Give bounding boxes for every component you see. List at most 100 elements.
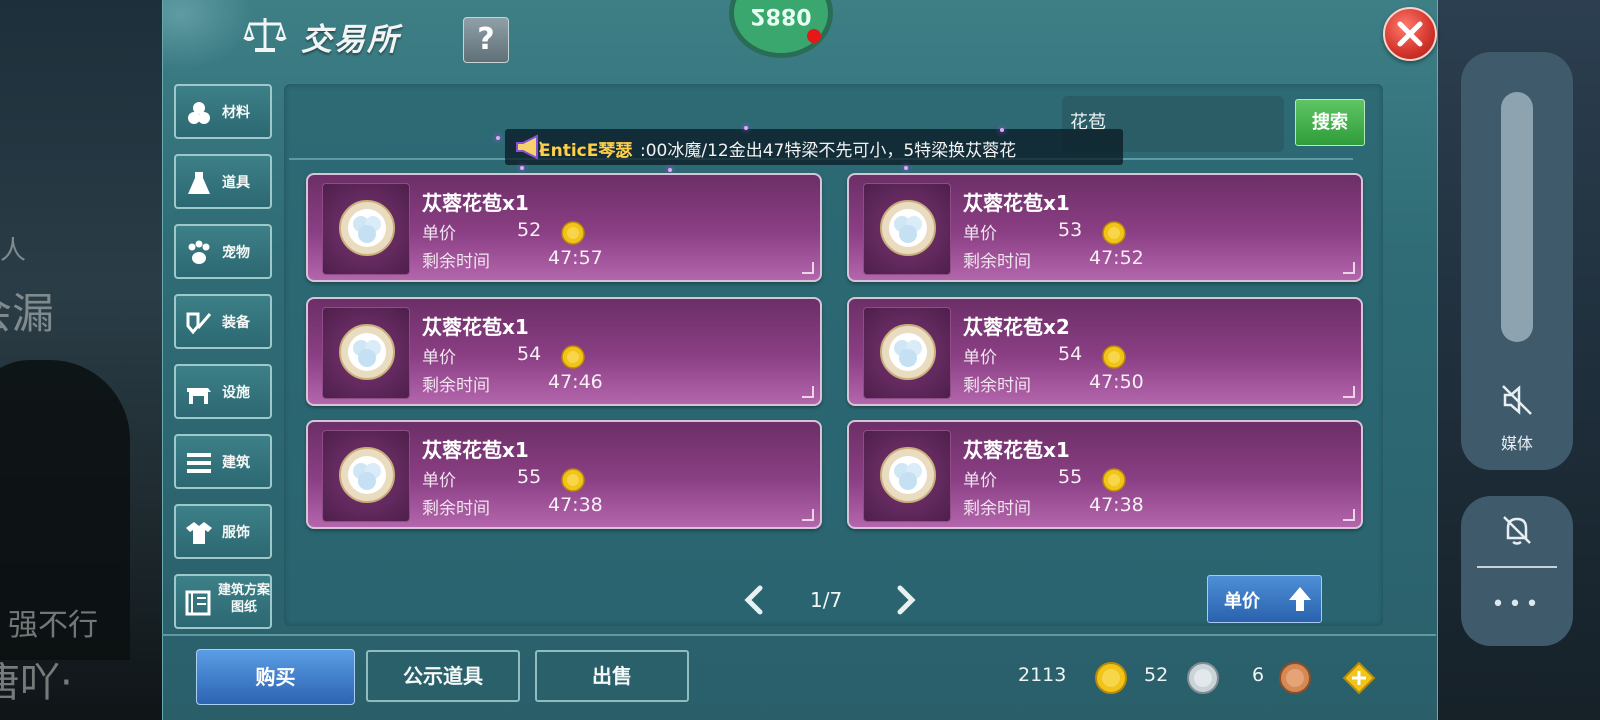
flower-bud-item-icon bbox=[339, 324, 395, 380]
flower-bud-item-icon bbox=[880, 200, 936, 256]
more-options-icon[interactable]: ••• bbox=[1461, 592, 1573, 617]
gold-amount: 2113 bbox=[1018, 664, 1067, 686]
volume-panel: 媒体 bbox=[1461, 52, 1573, 470]
sidebar-item-label: 道具 bbox=[222, 175, 250, 191]
price-value: 54 bbox=[1058, 343, 1083, 365]
price-label: 单价 bbox=[422, 348, 456, 368]
flower-bud-item-icon bbox=[339, 447, 395, 503]
sparkle bbox=[904, 166, 908, 170]
bg-text-1: 人 bbox=[0, 236, 27, 266]
sidebar-item-label: 宠物 bbox=[222, 245, 250, 261]
item-name: 苁蓉花苞x1 bbox=[422, 438, 529, 462]
ringer-panel: ••• bbox=[1461, 496, 1573, 646]
time-label: 剩余时间 bbox=[422, 252, 490, 272]
listing-card[interactable]: 苁蓉花苞x1 单价 55 剩余时间 47:38 bbox=[847, 420, 1363, 529]
price-label: 单价 bbox=[963, 224, 997, 244]
listing-card[interactable]: 苁蓉花苞x1 单价 53 剩余时间 47:52 bbox=[847, 173, 1363, 282]
item-name: 苁蓉花苞x1 bbox=[422, 315, 529, 339]
price-label: 单价 bbox=[422, 471, 456, 491]
equipment-icon bbox=[186, 312, 212, 335]
bronze-coin-icon bbox=[1279, 662, 1311, 694]
scale-icon bbox=[243, 18, 287, 52]
sidebar-item-facility[interactable]: 设施 bbox=[174, 364, 272, 419]
sidebar-item-label: 服饰 bbox=[222, 525, 250, 541]
ticker-sender: EnticE琴瑟 bbox=[539, 141, 633, 161]
help-button[interactable]: ? bbox=[463, 17, 509, 63]
pet-paw-icon bbox=[188, 240, 210, 264]
add-currency-icon[interactable] bbox=[1342, 661, 1376, 695]
sparkle bbox=[744, 126, 748, 130]
bg-text-2: 会漏 bbox=[0, 289, 55, 338]
time-remaining: 47:50 bbox=[1089, 371, 1144, 393]
card-corner-mark bbox=[1343, 386, 1355, 398]
sort-up-icon bbox=[1289, 587, 1311, 611]
time-label: 剩余时间 bbox=[422, 499, 490, 519]
flower-bud-item-icon bbox=[880, 324, 936, 380]
sparkle bbox=[1000, 128, 1004, 132]
sell-button[interactable]: 出售 bbox=[535, 650, 689, 702]
bell-off-icon[interactable] bbox=[1499, 512, 1535, 548]
sidebar-item-label: 建筑方案图纸 bbox=[217, 583, 270, 615]
props-icon bbox=[188, 172, 210, 194]
prev-page-icon[interactable] bbox=[742, 584, 766, 616]
sidebar-item-label: 装备 bbox=[222, 315, 250, 331]
bronze-amount: 6 bbox=[1252, 664, 1265, 686]
buy-button[interactable]: 购买 bbox=[196, 649, 355, 705]
item-name: 苁蓉花苞x1 bbox=[422, 191, 529, 215]
time-remaining: 47:46 bbox=[548, 371, 603, 393]
price-value: 55 bbox=[1058, 466, 1083, 488]
sidebar-item-building[interactable]: 建筑 bbox=[174, 434, 272, 489]
sidebar-item-clothing[interactable]: 服饰 bbox=[174, 504, 272, 559]
time-label: 剩余时间 bbox=[963, 252, 1031, 272]
silver-amount: 52 bbox=[1144, 664, 1169, 686]
gold-coin-icon bbox=[561, 468, 585, 492]
listing-card[interactable]: 苁蓉花苞x2 单价 54 剩余时间 47:50 bbox=[847, 297, 1363, 406]
sidebar-item-props[interactable]: 道具 bbox=[174, 154, 272, 209]
listing-card[interactable]: 苁蓉花苞x1 单价 52 剩余时间 47:57 bbox=[306, 173, 822, 282]
price-label: 单价 bbox=[963, 471, 997, 491]
sort-by-price-button[interactable]: 单价 bbox=[1207, 575, 1322, 623]
sidebar-item-equipment[interactable]: 装备 bbox=[174, 294, 272, 349]
time-label: 剩余时间 bbox=[963, 499, 1031, 519]
time-remaining: 47:38 bbox=[548, 494, 603, 516]
sidebar-item-blueprint[interactable]: 建筑方案图纸 bbox=[174, 574, 272, 629]
price-label: 单价 bbox=[422, 224, 456, 244]
listing-card[interactable]: 苁蓉花苞x1 单价 55 剩余时间 47:38 bbox=[306, 420, 822, 529]
flower-bud-item-icon bbox=[880, 447, 936, 503]
item-name: 苁蓉花苞x2 bbox=[963, 315, 1070, 339]
sidebar-item-label: 材料 bbox=[222, 105, 250, 121]
vine-decoration bbox=[163, 0, 253, 70]
avatar-number: 2880 bbox=[750, 3, 812, 28]
sidebar-item-pets[interactable]: 宠物 bbox=[174, 224, 272, 279]
page-indicator: 1/7 bbox=[810, 588, 843, 612]
bg-text-3: 强不行 bbox=[8, 608, 98, 643]
search-button[interactable]: 搜索 bbox=[1295, 99, 1365, 146]
facility-icon bbox=[187, 388, 211, 404]
time-remaining: 47:57 bbox=[548, 247, 603, 269]
sparkle bbox=[668, 168, 672, 172]
next-page-icon[interactable] bbox=[894, 584, 918, 616]
media-mute-icon[interactable] bbox=[1497, 380, 1537, 420]
time-label: 剩余时间 bbox=[963, 376, 1031, 396]
notification-dot bbox=[807, 29, 821, 43]
panel-separator bbox=[1477, 566, 1557, 568]
broadcast-ticker: EnticE琴瑟 :00冰魔/12金出47特梁不先可小，5特梁换苁蓉花 bbox=[505, 129, 1123, 165]
clothing-icon bbox=[186, 522, 212, 544]
item-name: 苁蓉花苞x1 bbox=[963, 438, 1070, 462]
public-items-button[interactable]: 公示道具 bbox=[366, 650, 520, 702]
bottom-divider bbox=[162, 634, 1436, 636]
close-icon bbox=[1397, 21, 1423, 47]
bg-text-4: 唐吖· bbox=[0, 660, 73, 706]
ticker-message: :00冰魔/12金出47特梁不先可小，5特梁换苁蓉花 bbox=[640, 141, 1017, 161]
gold-coin-icon bbox=[1095, 662, 1127, 694]
sidebar-item-materials[interactable]: 材料 bbox=[174, 84, 272, 139]
card-corner-mark bbox=[802, 509, 814, 521]
price-value: 52 bbox=[517, 219, 542, 241]
sidebar-item-label: 建筑 bbox=[222, 455, 250, 471]
listing-card[interactable]: 苁蓉花苞x1 单价 54 剩余时间 47:46 bbox=[306, 297, 822, 406]
volume-slider[interactable] bbox=[1501, 92, 1533, 342]
media-label: 媒体 bbox=[1500, 434, 1533, 453]
card-corner-mark bbox=[1343, 509, 1355, 521]
gold-coin-icon bbox=[561, 345, 585, 369]
close-button[interactable] bbox=[1383, 7, 1437, 61]
